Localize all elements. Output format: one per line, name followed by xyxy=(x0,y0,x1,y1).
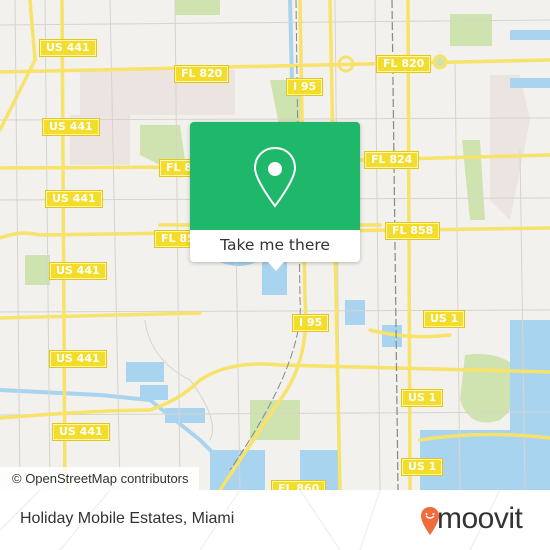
park-area xyxy=(450,14,492,46)
place-title: Holiday Mobile Estates, Miami xyxy=(20,510,235,527)
road-label: US 1 xyxy=(402,390,443,406)
road-label: FL 860 xyxy=(272,481,326,490)
park-area xyxy=(140,125,185,165)
water-body xyxy=(510,320,550,430)
water-canal xyxy=(0,388,232,472)
road-label: I 95 xyxy=(287,79,323,95)
park-area xyxy=(175,0,220,15)
map-view[interactable]: US 441 US 441 US 441 US 441 US 441 US 44… xyxy=(0,0,550,490)
water-body xyxy=(345,300,365,325)
road-label: US 441 xyxy=(50,263,106,279)
map-attribution[interactable]: © OpenStreetMap contributors xyxy=(0,467,199,490)
road-label: FL 824 xyxy=(365,152,419,168)
location-popup: Take me there xyxy=(190,122,360,271)
road-label: US 441 xyxy=(40,40,96,56)
road-label: US 441 xyxy=(46,191,102,207)
park-area xyxy=(25,255,50,285)
road-label: FL 820 xyxy=(175,66,229,82)
roundabout xyxy=(432,54,448,70)
road-label: US 441 xyxy=(53,424,109,440)
road-label: US 1 xyxy=(424,311,465,327)
water-body xyxy=(126,362,164,382)
road-label: US 441 xyxy=(50,351,106,367)
road-label: US 441 xyxy=(43,119,99,135)
road-label: FL 820 xyxy=(377,56,431,72)
moovit-brand: moovit xyxy=(437,502,523,535)
railway xyxy=(391,0,399,490)
take-me-there-button[interactable]: Take me there xyxy=(190,230,360,262)
road-label: I 95 xyxy=(293,315,329,331)
map-pin-icon xyxy=(253,146,297,208)
road-label: FL 858 xyxy=(386,223,440,239)
park-area xyxy=(462,140,485,220)
road-label: US 1 xyxy=(402,459,443,475)
popup-pointer xyxy=(267,261,285,271)
water-canal xyxy=(288,0,294,81)
popup-header xyxy=(190,122,360,230)
